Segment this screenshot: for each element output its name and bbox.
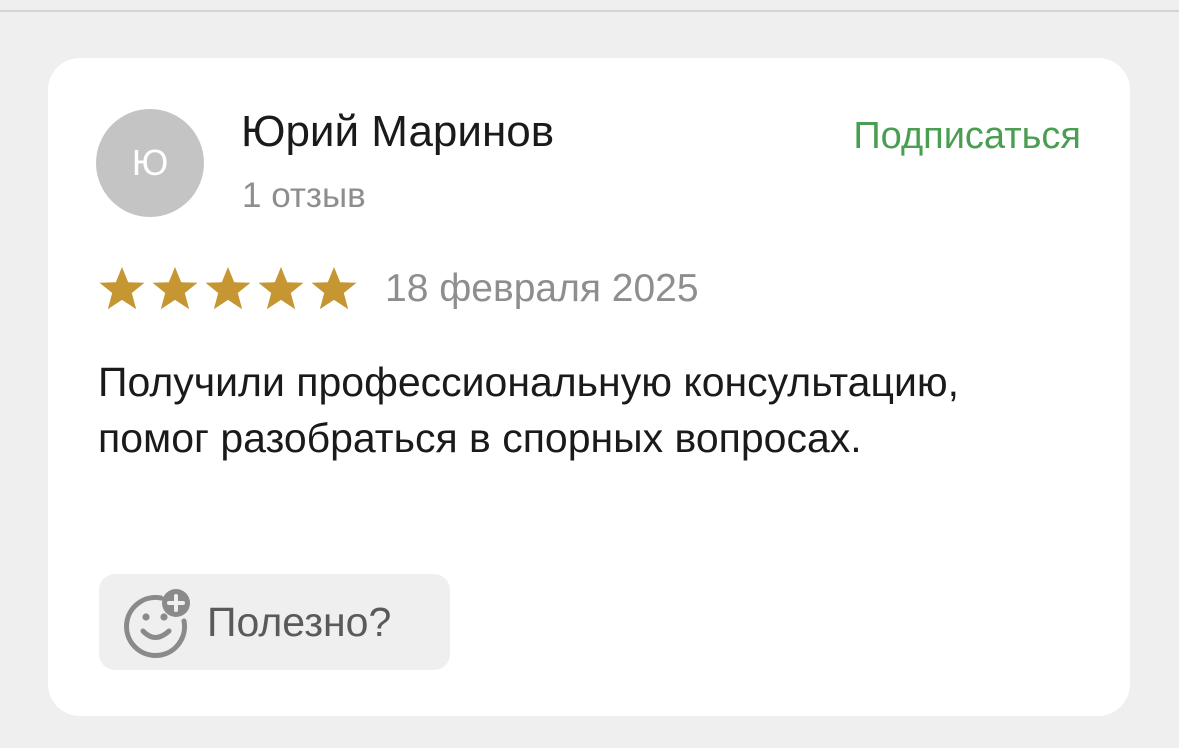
review-card: Ю Юрий Маринов 1 отзыв Подписаться 18 фе… <box>48 58 1130 716</box>
star-icon <box>205 267 251 310</box>
review-date: 18 февраля 2025 <box>385 267 699 310</box>
author-name[interactable]: Юрий Маринов <box>241 106 554 158</box>
avatar[interactable]: Ю <box>96 109 204 217</box>
star-rating <box>96 264 360 314</box>
star-icon <box>152 267 198 310</box>
avatar-initial: Ю <box>131 142 169 183</box>
helpful-label: Полезно? <box>207 599 392 645</box>
star-icon <box>258 267 304 310</box>
review-text: Получили профессиональную консультацию, … <box>98 359 959 461</box>
smile-plus-icon <box>124 589 190 658</box>
subscribe-button[interactable]: Подписаться <box>853 112 1081 160</box>
top-divider <box>0 10 1179 12</box>
star-icon <box>99 267 145 310</box>
author-review-count: 1 отзыв <box>242 176 366 215</box>
helpful-button[interactable]: Полезно? <box>99 574 450 670</box>
rating-row: 18 февраля 2025 <box>96 264 699 314</box>
star-icon <box>311 267 357 310</box>
